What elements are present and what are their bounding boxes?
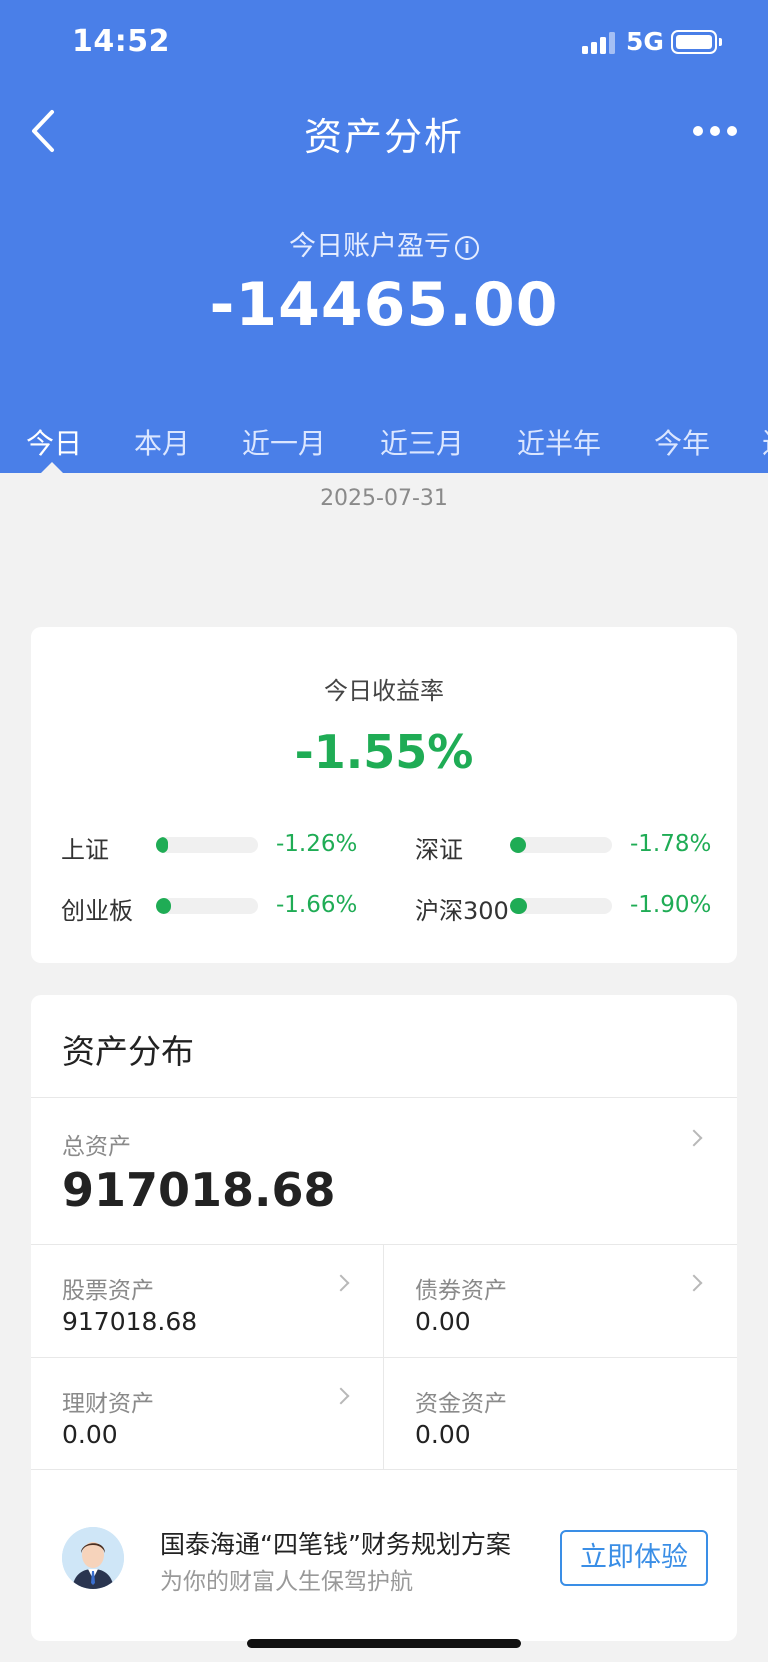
yield-card: 今日收益率 -1.55% 上证 -1.26% 深证 -1.78% 创业板 -1.… — [31, 627, 737, 963]
bond-assets-value: 0.00 — [415, 1307, 471, 1336]
wealth-assets-value: 0.00 — [62, 1420, 118, 1449]
index-bar-csi300 — [510, 898, 612, 914]
index-bar-shanghai — [156, 837, 258, 853]
nav-bar: 资产分析 — [0, 88, 768, 174]
stock-assets-label: 股票资产 — [62, 1278, 154, 1304]
info-icon[interactable]: i — [455, 236, 479, 260]
tab-last-half-year[interactable]: 近半年 — [517, 422, 601, 462]
daily-pl-label: 今日账户盈亏 i — [0, 224, 768, 263]
total-assets-row[interactable]: 总资产 917018.68 — [31, 1098, 737, 1244]
stock-assets-cell[interactable]: 股票资产 917018.68 — [31, 1245, 383, 1357]
bond-assets-cell[interactable]: 债券资产 0.00 — [384, 1245, 737, 1357]
bond-assets-label: 债券资产 — [415, 1278, 507, 1304]
home-indicator — [247, 1639, 521, 1648]
total-assets-label: 总资产 — [62, 1134, 131, 1160]
divider — [31, 1469, 737, 1470]
chevron-right-icon — [685, 1274, 703, 1292]
active-tab-pointer — [41, 462, 63, 473]
promo-subtitle: 为你的财富人生保驾护航 — [160, 1569, 413, 1595]
try-now-button[interactable]: 立即体验 — [560, 1530, 708, 1586]
signal-icon — [582, 32, 616, 54]
chevron-right-icon — [685, 1129, 703, 1147]
status-time: 14:52 — [72, 24, 170, 59]
chevron-right-icon — [332, 1387, 350, 1405]
advisor-avatar — [62, 1527, 124, 1589]
chevron-right-icon — [332, 1274, 350, 1292]
page-title: 资产分析 — [303, 115, 464, 159]
tab-last-three-months[interactable]: 近三月 — [380, 422, 464, 462]
promo-title: 国泰海通“四笔钱”财务规划方案 — [160, 1530, 511, 1559]
asset-distribution-card: 资产分布 总资产 917018.68 股票资产 917018.68 债券资产 0… — [31, 995, 737, 1641]
tab-more-period[interactable]: 近 — [762, 422, 768, 462]
cash-assets-value: 0.00 — [415, 1420, 471, 1449]
daily-pl-label-text: 今日账户盈亏 — [289, 231, 451, 262]
index-value-shanghai: -1.26% — [276, 831, 358, 857]
index-bar-chinext — [156, 898, 258, 914]
wealth-assets-cell[interactable]: 理财资产 0.00 — [31, 1358, 383, 1469]
cash-assets-label: 资金资产 — [415, 1391, 507, 1417]
tab-this-year[interactable]: 今年 — [654, 422, 710, 462]
index-name-shenzhen: 深证 — [415, 836, 463, 864]
status-bar: 14:52 5G — [0, 0, 768, 88]
daily-pl-value: -14465.00 — [209, 270, 559, 340]
yield-label: 今日收益率 — [324, 677, 444, 705]
wealth-assets-label: 理财资产 — [62, 1391, 154, 1417]
index-value-shenzhen: -1.78% — [630, 831, 712, 857]
index-name-csi300: 沪深300 — [415, 897, 509, 925]
index-name-shanghai: 上证 — [61, 836, 109, 864]
more-button[interactable] — [693, 124, 741, 138]
date-label: 2025-07-31 — [320, 486, 448, 511]
yield-value: -1.55% — [294, 725, 474, 779]
total-assets-value: 917018.68 — [62, 1163, 336, 1217]
period-tabs: 今日 本月 近一月 近三月 近半年 今年 近 — [0, 418, 768, 473]
index-bar-shenzhen — [510, 837, 612, 853]
index-value-chinext: -1.66% — [276, 892, 358, 918]
index-name-chinext: 创业板 — [61, 897, 133, 925]
more-dots-icon — [693, 126, 703, 136]
battery-icon — [671, 30, 722, 54]
tab-this-month[interactable]: 本月 — [134, 422, 190, 462]
cash-assets-cell: 资金资产 0.00 — [384, 1358, 737, 1469]
tab-last-month[interactable]: 近一月 — [242, 422, 326, 462]
index-value-csi300: -1.90% — [630, 892, 712, 918]
tab-today[interactable]: 今日 — [26, 422, 82, 462]
stock-assets-value: 917018.68 — [62, 1307, 198, 1336]
section-title: 资产分布 — [62, 1032, 194, 1071]
network-type: 5G — [626, 27, 664, 56]
header: 14:52 5G 资产分析 今日账户盈亏 i -14465.00 今日 本月 近… — [0, 0, 768, 473]
